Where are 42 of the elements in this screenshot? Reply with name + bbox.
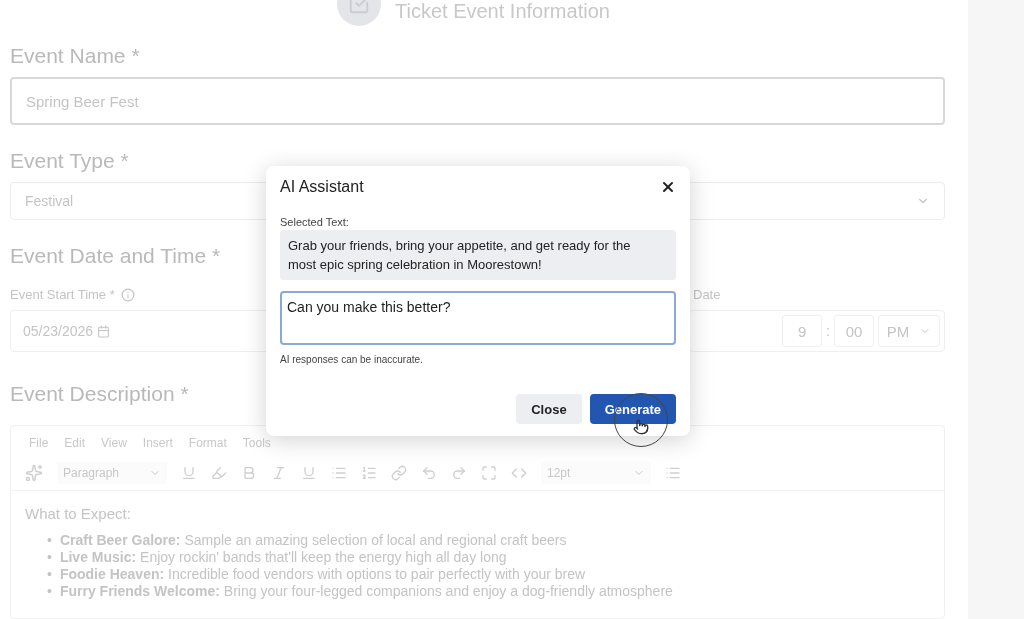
numbered-list-icon[interactable] — [361, 465, 377, 481]
bullet-marker: • — [47, 566, 52, 583]
selected-text: Grab your friends, bring your appetite, and get ready for the most epic spring celebration in Moorestown! — [280, 230, 676, 280]
bullet-marker: • — [47, 549, 52, 566]
prompt-field[interactable]: Can you make this better? — [280, 291, 676, 345]
field-label: Event Description * — [10, 382, 189, 406]
italic-icon[interactable] — [271, 465, 287, 481]
field-label: Event Type * — [10, 149, 129, 173]
field-label: Event Start Time * — [10, 287, 135, 302]
ai-sparkle-icon[interactable] — [25, 464, 43, 482]
content-heading: What to Expect: — [25, 505, 132, 522]
close-icon[interactable] — [660, 179, 676, 195]
calendar-icon — [97, 324, 111, 338]
event-name-field[interactable]: Spring Beer Fest — [10, 77, 945, 125]
code-icon[interactable] — [511, 465, 527, 481]
minute-field[interactable]: 00 — [834, 315, 874, 347]
bullet-list-icon[interactable] — [331, 465, 347, 481]
period-select[interactable]: PM — [878, 315, 940, 347]
generate-button[interactable]: Generate — [589, 394, 676, 424]
bold-icon[interactable] — [241, 465, 257, 481]
underline-icon[interactable] — [301, 465, 317, 481]
hour-field[interactable]: 9 — [782, 315, 823, 347]
list-item: Foodie Heaven: Incredible food vendors with options to pair perfectly with your brew — [59, 566, 586, 583]
link-icon[interactable] — [391, 465, 407, 481]
redo-icon[interactable] — [451, 465, 467, 481]
bullet-marker: • — [47, 532, 52, 549]
list-item: Craft Beer Galore: Sample an amazing selection of local and regional craft beers — [59, 532, 567, 549]
list-item: Live Music: Enjoy rockin' bands that'll keep the energy high all day long — [59, 549, 507, 566]
list-item: Furry Friends Welcome: Bring your four-legged companions and enjoy a dog-friendly atmosphere — [59, 583, 673, 600]
undo-icon[interactable] — [421, 465, 437, 481]
field-label: Event Date and Time * — [10, 244, 221, 268]
field-label: Event Name * — [10, 44, 140, 68]
dialog-title: AI Assistant — [280, 178, 364, 196]
close-button[interactable]: Close — [516, 394, 582, 424]
time-separator: : — [826, 323, 830, 339]
info-icon — [120, 287, 135, 302]
field-label: Date — [693, 287, 722, 302]
field-label: Selected Text: — [280, 216, 350, 228]
disclaimer-text: AI responses can be inaccurate. — [280, 354, 424, 365]
fullscreen-icon[interactable] — [481, 465, 497, 481]
highlighter-icon[interactable] — [211, 465, 227, 481]
bullet-marker: • — [47, 583, 52, 600]
